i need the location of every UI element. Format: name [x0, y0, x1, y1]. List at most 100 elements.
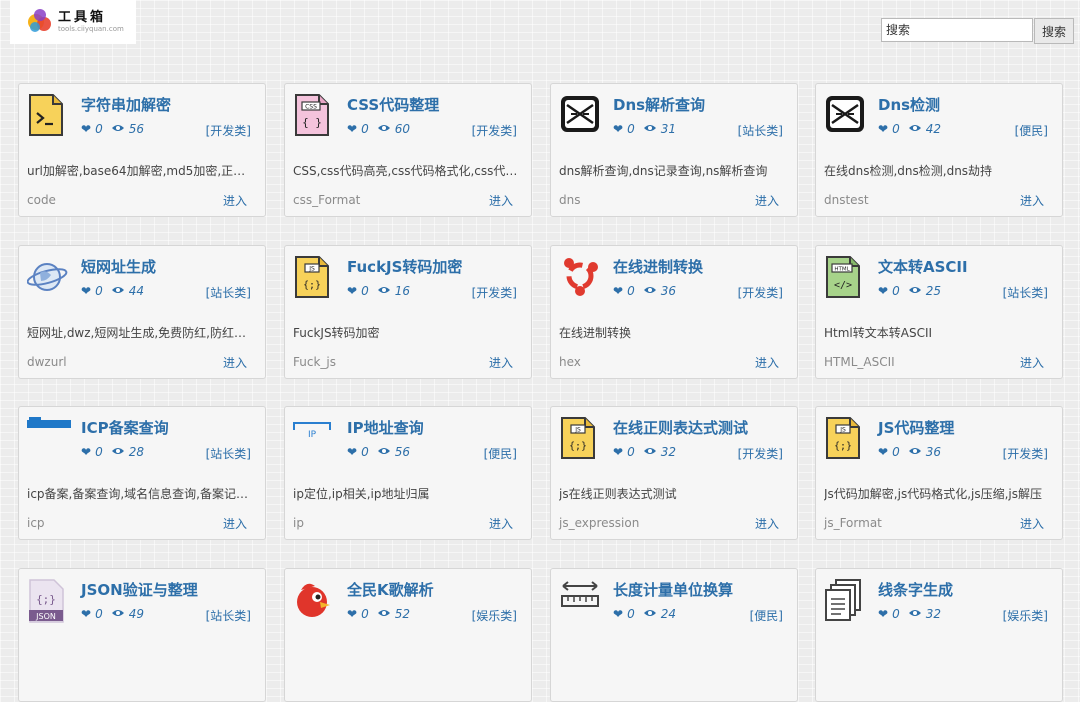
tool-category[interactable]: [开发类]	[472, 284, 517, 301]
heart-icon: ❤	[613, 607, 624, 621]
search-input[interactable]	[881, 18, 1033, 42]
tool-stats: ❤ 0 42	[878, 122, 941, 136]
tool-title-link[interactable]: 在线正则表达式测试	[613, 417, 748, 438]
tool-title-link[interactable]: JS代码整理	[878, 417, 954, 438]
enter-link[interactable]: 进入	[755, 192, 779, 209]
tool-card[interactable]: ICP备案查询 ❤ 0 28 [站长类] icp备案,备案查询,域名信息查询,备…	[18, 406, 266, 540]
tool-stats: ❤ 0 32	[613, 445, 676, 459]
tool-category[interactable]: [开发类]	[738, 284, 783, 301]
enter-link[interactable]: 进入	[755, 354, 779, 371]
tool-stats: ❤ 0 44	[81, 284, 144, 298]
tool-category[interactable]: [站长类]	[1003, 284, 1048, 301]
tool-category[interactable]: [便民]	[750, 607, 783, 624]
like-count: 0	[361, 122, 369, 136]
tool-title-link[interactable]: 长度计量单位换算	[613, 579, 733, 600]
svg-text:CSS: CSS	[305, 104, 317, 111]
tool-category[interactable]: [便民]	[484, 445, 517, 462]
tool-title-link[interactable]: IP地址查询	[347, 417, 424, 438]
like-count: 0	[892, 445, 900, 459]
tool-code: HTML_ASCII	[824, 355, 895, 369]
like-count: 0	[627, 122, 635, 136]
bird-icon	[293, 578, 333, 622]
tool-title-link[interactable]: 全民K歌解析	[347, 579, 434, 600]
heart-icon: ❤	[347, 445, 358, 459]
tool-card[interactable]: Dns检测 ❤ 0 42 [便民] 在线dns检测,dns检测,dns劫持 dn…	[815, 83, 1063, 217]
tool-card[interactable]: 全民K歌解析 ❤ 0 52 [娱乐类]	[284, 568, 532, 702]
view-count: 56	[394, 445, 410, 459]
tool-description: Html转文本转ASCII	[824, 326, 933, 340]
logo-mark-icon	[28, 9, 51, 32]
like-count: 0	[95, 445, 103, 459]
tool-card[interactable]: HTML </> 文本转ASCII ❤ 0 25 [站长类] Html转文本转AS…	[815, 245, 1063, 379]
tool-title-link[interactable]: 短网址生成	[81, 256, 156, 277]
heart-icon: ❤	[878, 607, 889, 621]
tool-category[interactable]: [娱乐类]	[1003, 607, 1048, 624]
tool-title-link[interactable]: Dns检测	[878, 94, 940, 115]
tool-title-link[interactable]: FuckJS转码加密	[347, 256, 462, 277]
enter-link[interactable]: 进入	[223, 192, 247, 209]
tool-card[interactable]: JS {;} JS代码整理 ❤ 0 36 [开发类] Js代码加解密,js代码格式…	[815, 406, 1063, 540]
enter-link[interactable]: 进入	[489, 192, 513, 209]
enter-link[interactable]: 进入	[1020, 192, 1044, 209]
eye-icon	[643, 445, 657, 459]
tool-category[interactable]: [站长类]	[206, 607, 251, 624]
like-count: 0	[627, 284, 635, 298]
tool-stats: ❤ 0 28	[81, 445, 144, 459]
enter-link[interactable]: 进入	[489, 515, 513, 532]
tool-card[interactable]: 线条字生成 ❤ 0 32 [娱乐类]	[815, 568, 1063, 702]
tool-category[interactable]: [开发类]	[1003, 445, 1048, 462]
view-count: 32	[660, 445, 676, 459]
tool-title-link[interactable]: 字符串加解密	[81, 94, 171, 115]
enter-link[interactable]: 进入	[223, 515, 247, 532]
tool-title-link[interactable]: ICP备案查询	[81, 417, 169, 438]
tool-title-link[interactable]: CSS代码整理	[347, 94, 439, 115]
search-button[interactable]: 搜索	[1034, 18, 1074, 44]
eye-icon	[908, 445, 922, 459]
tool-stats: ❤ 0 49	[81, 607, 144, 621]
view-count: 36	[925, 445, 941, 459]
enter-link[interactable]: 进入	[1020, 515, 1044, 532]
tool-card[interactable]: JS {;} FuckJS转码加密 ❤ 0 16 [开发类] FuckJS转码加密…	[284, 245, 532, 379]
tool-stats: ❤ 0 52	[347, 607, 410, 621]
tool-stats: ❤ 0 31	[613, 122, 676, 136]
heart-icon: ❤	[878, 122, 889, 136]
tool-card[interactable]: Dns解析查询 ❤ 0 31 [站长类] dns解析查询,dns记录查询,ns解…	[550, 83, 798, 217]
tool-title-link[interactable]: Dns解析查询	[613, 94, 705, 115]
tool-card[interactable]: {;} JSON JSON验证与整理 ❤ 0 49 [站长类]	[18, 568, 266, 702]
enter-link[interactable]: 进入	[223, 354, 247, 371]
heart-icon: ❤	[81, 122, 92, 136]
tool-category[interactable]: [站长类]	[206, 284, 251, 301]
tool-category[interactable]: [开发类]	[472, 122, 517, 139]
tool-title-link[interactable]: 线条字生成	[878, 579, 953, 600]
eye-icon	[111, 607, 125, 621]
like-count: 0	[892, 122, 900, 136]
tool-category[interactable]: [娱乐类]	[472, 607, 517, 624]
tool-card[interactable]: 短网址生成 ❤ 0 44 [站长类] 短网址,dwz,短网址生成,免费防红,防红…	[18, 245, 266, 379]
view-count: 56	[128, 122, 144, 136]
svg-text:{;}: {;}	[569, 441, 587, 452]
tool-category[interactable]: [站长类]	[738, 122, 783, 139]
tool-category[interactable]: [开发类]	[738, 445, 783, 462]
tool-code: hex	[559, 355, 581, 369]
tool-category[interactable]: [便民]	[1015, 122, 1048, 139]
tool-category[interactable]: [开发类]	[206, 122, 251, 139]
tool-title-link[interactable]: JSON验证与整理	[81, 579, 198, 600]
tool-card[interactable]: 字符串加解密 ❤ 0 56 [开发类] url加解密,base64加解密,md5…	[18, 83, 266, 217]
tool-card[interactable]: CSS { } CSS代码整理 ❤ 0 60 [开发类] CSS,css代码高亮,…	[284, 83, 532, 217]
view-count: 24	[660, 607, 676, 621]
tool-stats: ❤ 0 32	[878, 607, 941, 621]
tool-title-link[interactable]: 文本转ASCII	[878, 256, 968, 277]
svg-text:{;}: {;}	[36, 593, 56, 606]
tool-category[interactable]: [站长类]	[206, 445, 251, 462]
tool-card[interactable]: JS {;} 在线正则表达式测试 ❤ 0 32 [开发类] js在线正则表达式测试…	[550, 406, 798, 540]
tool-description: url加解密,base64加解密,md5加密,正则表达式	[27, 164, 253, 178]
tool-card[interactable]: 长度计量单位换算 ❤ 0 24 [便民]	[550, 568, 798, 702]
enter-link[interactable]: 进入	[489, 354, 513, 371]
tool-card[interactable]: 在线进制转换 ❤ 0 36 [开发类] 在线进制转换 hex 进入	[550, 245, 798, 379]
tool-title-link[interactable]: 在线进制转换	[613, 256, 703, 277]
enter-link[interactable]: 进入	[755, 515, 779, 532]
tool-card[interactable]: IP IP地址查询 ❤ 0 56 [便民] ip定位,ip相关,ip地址归属 i…	[284, 406, 532, 540]
site-logo[interactable]: 工具箱 tools.ciiyquan.com	[10, 0, 136, 44]
tool-code: js_expression	[559, 516, 640, 530]
enter-link[interactable]: 进入	[1020, 354, 1044, 371]
